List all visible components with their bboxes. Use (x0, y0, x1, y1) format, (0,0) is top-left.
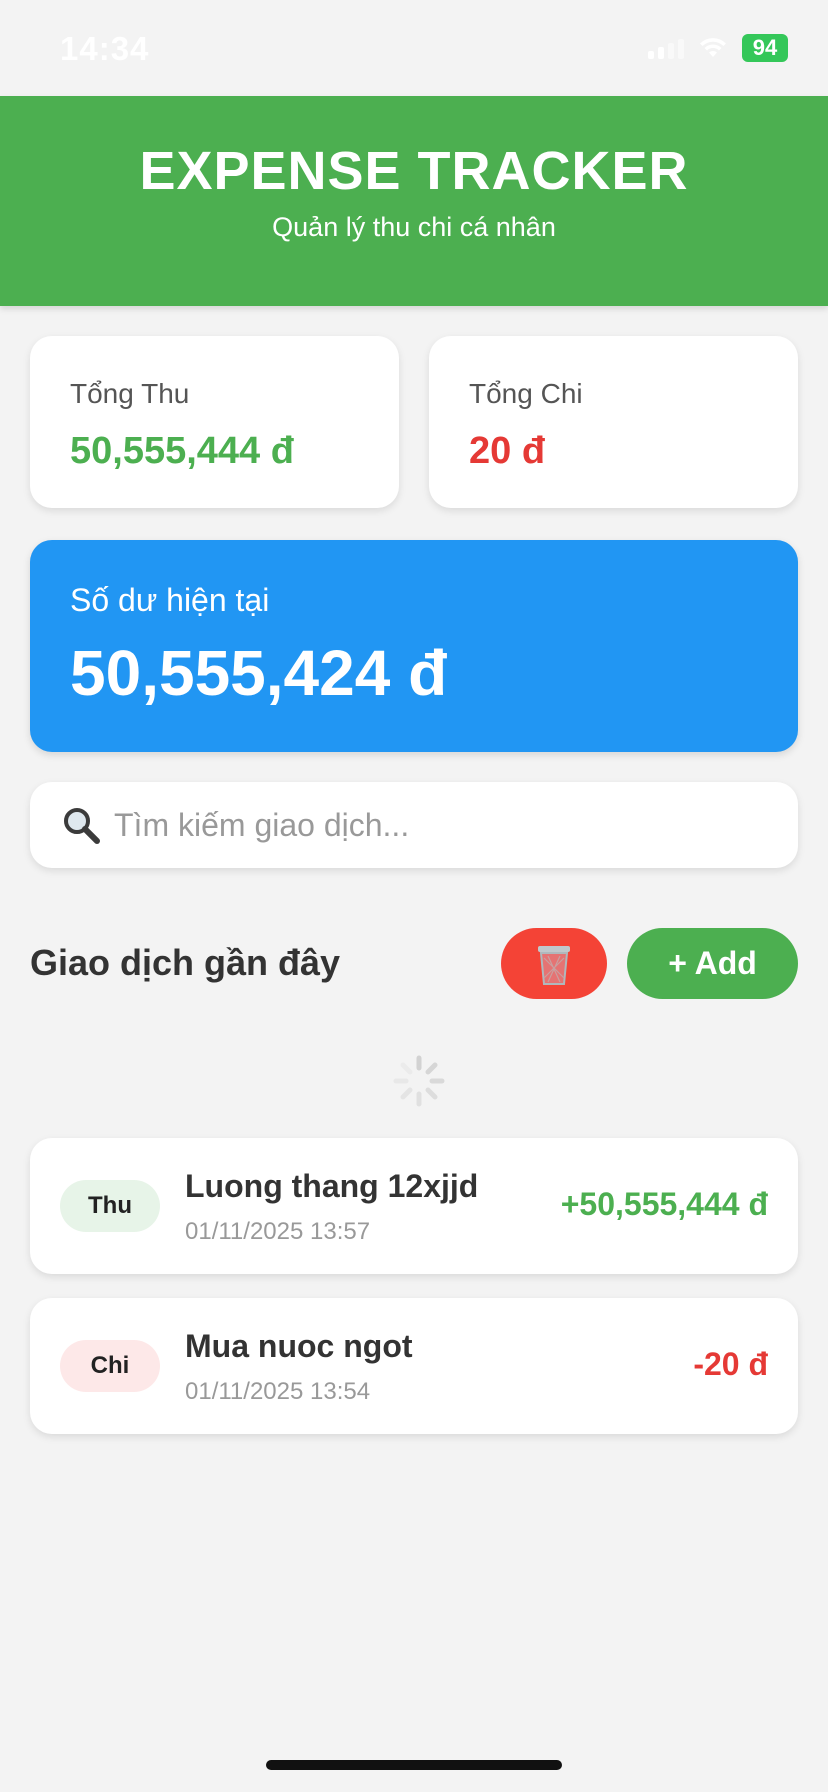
transaction-amount: -20 đ (693, 1346, 768, 1382)
transaction-date: 01/11/2025 13:57 (185, 1218, 371, 1245)
balance-value: 50,555,424 đ (70, 637, 448, 709)
delete-all-button[interactable] (501, 928, 607, 999)
transaction-type-badge: Chi (60, 1340, 160, 1392)
transaction-name: Luong thang 12xjjd (185, 1168, 479, 1204)
transaction-date: 01/11/2025 13:54 (185, 1378, 371, 1405)
status-bar: 14:34 94 (0, 0, 828, 96)
status-icons: 94 (648, 34, 788, 62)
transaction-item[interactable]: Thu Luong thang 12xjjd 01/11/2025 13:57 … (30, 1138, 798, 1274)
loading-spinner-icon (393, 1055, 445, 1107)
transaction-amount: +50,555,444 đ (560, 1186, 768, 1222)
recent-transactions-title: Giao dịch gần đây (30, 942, 341, 983)
total-income-label: Tổng Thu (70, 378, 190, 409)
search-icon (64, 808, 100, 844)
wifi-icon (698, 37, 728, 59)
total-expense-value: 20 đ (469, 430, 546, 472)
app-subtitle: Quản lý thu chi cá nhân (272, 212, 556, 242)
transaction-item[interactable]: Chi Mua nuoc ngot 01/11/2025 13:54 -20 đ (30, 1298, 798, 1434)
balance-label: Số dư hiện tại (70, 582, 270, 618)
transaction-type-badge: Thu (60, 1180, 160, 1232)
home-indicator[interactable] (266, 1760, 562, 1770)
app-header: EXPENSE TRACKER Quản lý thu chi cá nhân (0, 96, 828, 306)
transaction-name: Mua nuoc ngot (185, 1328, 413, 1364)
trash-icon (538, 945, 570, 985)
add-transaction-button[interactable]: + Add (627, 928, 798, 999)
search-input[interactable] (114, 806, 754, 844)
total-expense-label: Tổng Chi (469, 378, 583, 409)
balance-card: Số dư hiện tại 50,555,424 đ (30, 540, 798, 752)
battery-icon: 94 (742, 34, 788, 62)
status-time: 14:34 (60, 30, 150, 67)
search-box[interactable] (30, 782, 798, 868)
total-income-value: 50,555,444 đ (70, 430, 294, 472)
cellular-signal-icon (648, 37, 684, 59)
app-title: EXPENSE TRACKER (139, 141, 689, 201)
total-income-card: Tổng Thu 50,555,444 đ (30, 336, 399, 508)
total-expense-card: Tổng Chi 20 đ (429, 336, 798, 508)
